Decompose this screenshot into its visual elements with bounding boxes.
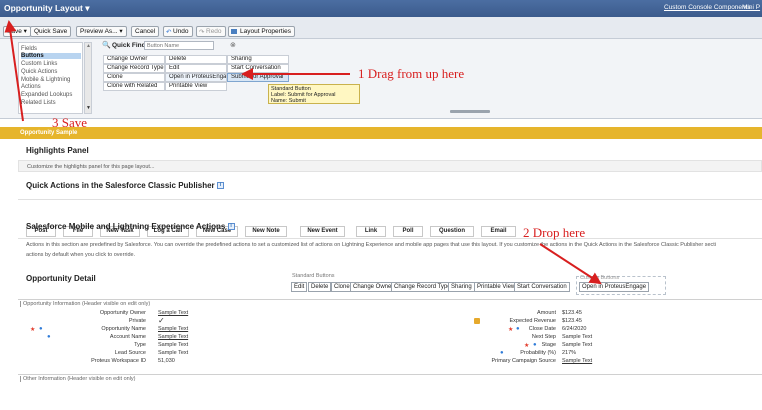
- annotation-arrows: [4, 20, 602, 285]
- annotation-step-1: 1 Drag from up here: [358, 66, 465, 81]
- drop-arrow: [539, 243, 602, 285]
- annotation-step-2: 2 Drop here: [523, 225, 586, 240]
- annotation-step-3: 3 Save: [52, 115, 88, 130]
- save-arrow: [4, 20, 24, 122]
